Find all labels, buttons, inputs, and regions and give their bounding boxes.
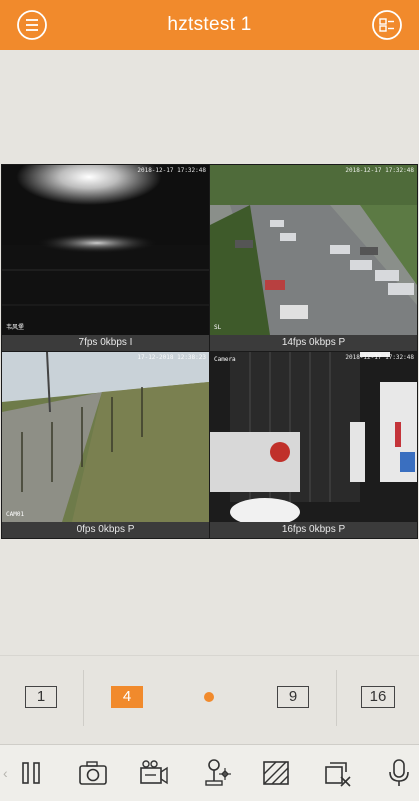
camera-label-2: SL [214,324,222,331]
video-feed-3 [2,352,209,522]
layout-9-button[interactable]: 9 [277,686,309,708]
top-bar: hztstest 1 [0,0,419,50]
divider [336,670,337,726]
timestamp-4: 2018-12-17 17:32:48 [345,354,414,361]
timestamp-1: 2018-12-17 17:32:48 [137,167,206,174]
video-tile-3[interactable]: 17-12-2018 12:38:23 CAM01 0fps 0kbps P [2,352,209,538]
timestamp-2: 2018-12-17 17:32:48 [345,167,414,174]
page-indicator-dot [204,692,214,702]
layout-1-button[interactable]: 1 [25,686,57,708]
close-all-icon[interactable] [321,757,353,789]
ptz-icon[interactable] [201,757,233,789]
channel-list-icon[interactable] [371,9,403,41]
video-tile-1[interactable]: 2018-12-17 17:32:48 韦风堡 7fps 0kbps I [2,165,209,351]
stream-info-1: 7fps 0kbps I [2,335,209,351]
stream-info-2: 14fps 0kbps P [210,335,417,351]
pause-icon[interactable] [15,757,47,789]
video-feed-1 [2,165,209,335]
video-feed-4 [210,352,417,522]
device-title: hztstest 1 [167,14,252,35]
layout-16-button[interactable]: 16 [361,686,395,708]
video-grid: 2018-12-17 17:32:48 韦风堡 7fps 0kbps I 201… [1,164,418,539]
video-tile-4[interactable]: 2018-12-17 17:32:48 Camera 16fps 0kbps P [210,352,417,538]
video-feed-2 [210,165,417,335]
camera-label-1: 韦风堡 [6,324,25,331]
snapshot-icon[interactable] [77,757,109,789]
camera-label-4: Camera [214,356,236,363]
video-tile-2[interactable]: 2018-12-17 17:32:48 SL 14fps 0kbps P [210,165,417,351]
stream-info-3: 0fps 0kbps P [2,522,209,538]
scroll-left-arrow[interactable]: ‹ [3,763,8,783]
talk-icon[interactable] [383,757,415,789]
stream-info-4: 16fps 0kbps P [210,522,417,538]
camera-label-3: CAM01 [6,511,25,518]
bottom-toolbar: ‹ [0,744,419,801]
timestamp-3: 17-12-2018 12:38:23 [137,354,206,361]
record-icon[interactable] [138,757,170,789]
layout-4-button[interactable]: 4 [111,686,143,708]
image-adjust-icon[interactable] [260,757,292,789]
divider [83,670,84,726]
